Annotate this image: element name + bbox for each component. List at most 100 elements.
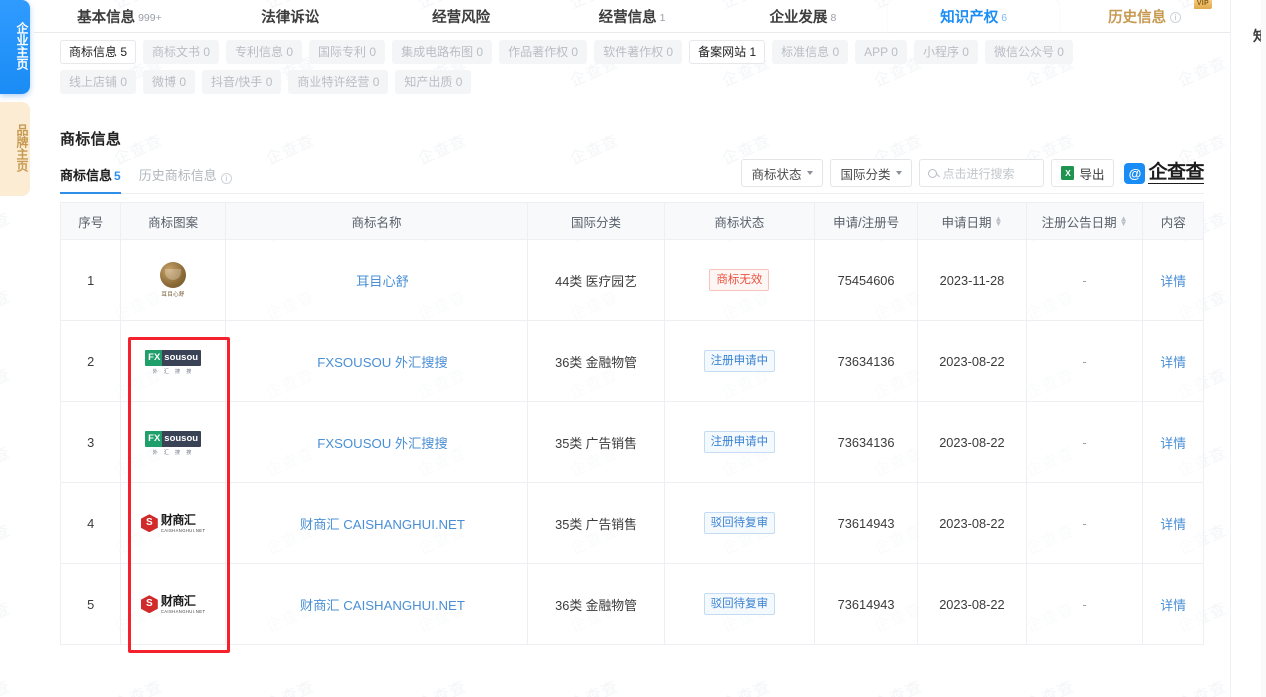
topnav-item-intellectual-property[interactable]: 知识产权 6 <box>888 0 1060 32</box>
inner-tab-history-trademark[interactable]: 历史商标信息 i <box>139 165 232 193</box>
topnav-item-legal[interactable]: 法律诉讼 <box>205 0 376 32</box>
page-root: 企查查 企查查 企查查 企查查 企查查 企查查 企查查 企查查 企查查 企查查 企查查 企查查 企查查企… <box>0 0 1266 697</box>
topnav-count: 999+ <box>138 12 162 24</box>
cell-publication-date: - <box>1025 320 1144 402</box>
cell-registration-number: 73614943 <box>813 482 919 564</box>
rail-tab-brand-home[interactable]: 品牌主页 <box>0 102 30 196</box>
qichacha-logo[interactable]: @ 企查查 <box>1124 162 1204 184</box>
subtab-international-patent[interactable]: 国际专利 0 <box>309 40 386 64</box>
inner-tab-trademark-info[interactable]: 商标信息 5 <box>60 165 121 194</box>
th-status: 商标状态 <box>663 202 815 240</box>
topnav-item-risk[interactable]: 经营风险 <box>376 0 547 32</box>
detail-link[interactable]: 详情 <box>1160 598 1186 613</box>
th-reg-no: 申请/注册号 <box>813 202 919 240</box>
subtab-wechat-official[interactable]: 微信公众号 0 <box>984 40 1073 64</box>
cell-status: 驳回待复审 <box>663 482 815 564</box>
filter-trademark-status[interactable]: 商标状态 <box>741 159 824 187</box>
trademark-name-link[interactable]: 耳目心舒 <box>356 274 409 289</box>
cell-logo: 耳目心舒 <box>120 239 226 321</box>
cell-status: 驳回待复审 <box>663 563 815 645</box>
topnav-count: 8 <box>830 12 837 24</box>
page-scrollbar[interactable] <box>1261 0 1266 697</box>
hexagon-icon: S <box>140 595 158 614</box>
search-input[interactable]: 点击进行搜索 <box>919 159 1045 187</box>
brand-mark-icon: @ <box>1124 162 1146 184</box>
trademark-name-link[interactable]: 财商汇 CAISHANGHUI.NET <box>300 517 465 532</box>
info-icon[interactable]: i <box>220 173 232 184</box>
watermark-text: 企查查 <box>415 678 470 697</box>
cell-registration-number: 73634136 <box>813 401 919 483</box>
inner-tab-bar: 商标信息 5 历史商标信息 i 商标状态 国际分类 点击进行搜索 X 导出 @ … <box>60 159 1204 194</box>
topnav-item-development[interactable]: 企业发展 8 <box>717 0 888 32</box>
cell-detail: 详情 <box>1142 320 1204 402</box>
subtab-ip-pledge[interactable]: 知产出质 0 <box>395 70 472 94</box>
export-button[interactable]: X 导出 <box>1051 159 1115 187</box>
table-header-row: 序号 商标图案 商标名称 国际分类 商标状态 申请/注册号 申请日期 ▲ ▼ 注册公… <box>59 202 1204 240</box>
cell-status: 商标无效 <box>663 239 815 321</box>
subtab-software-copyright[interactable]: 软件著作权 0 <box>594 40 683 64</box>
subtab-trademark-info[interactable]: 商标信息 5 <box>60 40 137 64</box>
subtab-standard-info[interactable]: 标准信息 0 <box>772 40 849 64</box>
subtab-ic-layout[interactable]: 集成电路布图 0 <box>392 40 493 64</box>
cell-index: 2 <box>59 320 122 402</box>
subtab-miniprogram[interactable]: 小程序 0 <box>913 40 978 64</box>
watermark-text: 企查查 <box>263 678 318 697</box>
inner-tab-group: 商标信息 5 历史商标信息 i <box>60 165 250 194</box>
subtab-douyin-kuaishou[interactable]: 抖音/快手 0 <box>202 70 282 94</box>
th-pub-date[interactable]: 注册公告日期 ▲ ▼ <box>1025 202 1144 240</box>
trademark-name-link[interactable]: 财商汇 CAISHANGHUI.NET <box>300 598 465 613</box>
topnav-label: 历史信息 <box>1108 9 1167 26</box>
filter-international-class[interactable]: 国际分类 <box>830 159 913 187</box>
cell-index: 4 <box>59 482 122 564</box>
watermark-text: 企查查 <box>0 522 14 559</box>
subtab-franchise[interactable]: 商业特许经营 0 <box>288 70 389 94</box>
subtab-trademark-docs[interactable]: 商标文书 0 <box>143 40 220 64</box>
subtab-row-2: 线上店铺 0 微博 0 抖音/快手 0 商业特许经营 0 知产出质 0 <box>60 70 1230 94</box>
th-name: 商标名称 <box>224 202 529 240</box>
detail-link[interactable]: 详情 <box>1160 517 1186 532</box>
subtab-app[interactable]: APP 0 <box>855 40 907 64</box>
trademark-logo-fxsousou: FX sousou 外 汇 搜 搜 <box>137 430 209 456</box>
info-icon[interactable]: i <box>1170 11 1182 23</box>
cell-classification: 35类 广告销售 <box>527 482 665 564</box>
cell-classification: 35类 广告销售 <box>527 401 665 483</box>
subtab-work-copyright[interactable]: 作品著作权 0 <box>499 40 588 64</box>
subtab-online-store[interactable]: 线上店铺 0 <box>60 70 137 94</box>
cell-apply-date: 2023-08-22 <box>917 320 1027 402</box>
th-apply-date[interactable]: 申请日期 ▲ ▼ <box>917 202 1027 240</box>
subtab-patent-info[interactable]: 专利信息 0 <box>226 40 303 64</box>
table-row: 3 FX sousou 外 汇 搜 搜 FXSOUSOU 外汇搜搜 35类 广告销售 注册申… <box>59 401 1204 483</box>
rail-tab-company-home[interactable]: 企业主页 <box>0 0 30 94</box>
detail-link[interactable]: 详情 <box>1160 436 1186 451</box>
cell-index: 3 <box>59 401 122 483</box>
page-title: 商标信息 <box>60 131 122 148</box>
subtab-bar: 商标信息 5 商标文书 0 专利信息 0 国际专利 0 集成电路布图 0 作品著… <box>34 33 1230 106</box>
trademark-name-link[interactable]: FXSOUSOU 外汇搜搜 <box>317 436 447 451</box>
topnav-label: 法律诉讼 <box>261 9 320 26</box>
filter-label: 国际分类 <box>840 167 891 182</box>
topnav-item-operation[interactable]: 经营信息 1 <box>547 0 718 32</box>
cell-publication-date: - <box>1025 239 1144 321</box>
detail-link[interactable]: 详情 <box>1160 274 1186 289</box>
inner-tab-label: 商标信息 <box>60 168 113 183</box>
th-logo: 商标图案 <box>120 202 226 240</box>
topnav-item-basic-info[interactable]: 基本信息 999+ <box>34 0 205 32</box>
subtab-weibo[interactable]: 微博 0 <box>143 70 196 94</box>
cell-name: 耳目心舒 <box>224 239 529 321</box>
topnav-item-history[interactable]: VIP 历史信息 i <box>1059 0 1230 32</box>
trademark-name-link[interactable]: FXSOUSOU 外汇搜搜 <box>317 355 447 370</box>
watermark-text: 企查查 <box>1023 678 1078 697</box>
table-body: 1 耳目心舒 耳目心舒 44类 医疗园艺 商标无效 75454606 2023-11-28-… <box>59 239 1204 645</box>
table-row: 5 S 财商汇 CAISHANGHUI.NET 财商汇 CAISHANGHUI.NET 3… <box>59 563 1204 645</box>
detail-link[interactable]: 详情 <box>1160 355 1186 370</box>
subtab-registered-website[interactable]: 备案网站 1 <box>689 40 766 64</box>
inner-tab-count: 5 <box>114 169 121 183</box>
cell-detail: 详情 <box>1142 563 1204 645</box>
cell-logo: FX sousou 外 汇 搜 搜 <box>120 401 226 483</box>
watermark-text: 企查查 <box>0 678 14 697</box>
cell-classification: 44类 医疗园艺 <box>527 239 665 321</box>
cell-status: 注册申请中 <box>663 401 815 483</box>
logo-wordmark: 财商汇 <box>160 512 196 527</box>
logo-caption: 外 汇 搜 搜 <box>152 449 194 456</box>
watermark-text: 企查查 <box>0 288 14 325</box>
